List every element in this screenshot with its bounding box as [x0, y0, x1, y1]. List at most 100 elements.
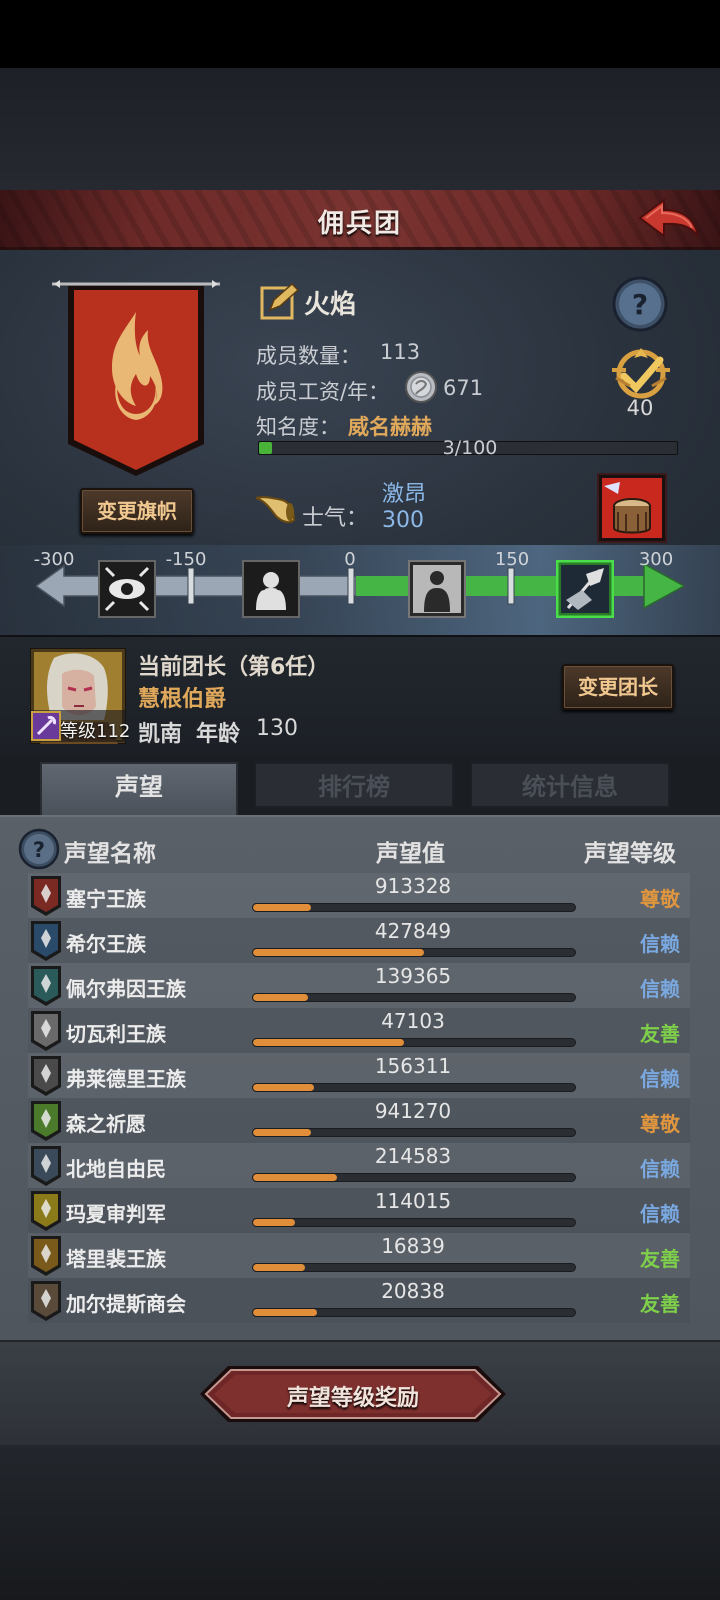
reputation-value: 139365 [374, 964, 452, 988]
fame-progress-text: 3/100 [442, 437, 498, 459]
reputation-level: 信赖 [640, 1067, 680, 1091]
morale-label: 士气： [302, 506, 369, 531]
back-arrow-icon[interactable] [636, 196, 702, 242]
reputation-bar [252, 993, 576, 1002]
leader-age-label: 年龄 [196, 722, 241, 747]
morale-tick-minus-300: -300 [33, 549, 75, 570]
reputation-level: 友善 [640, 1247, 680, 1271]
guild-name: 火焰 [304, 290, 357, 320]
reputation-bar [252, 1173, 576, 1182]
faction-emblem-icon [31, 1236, 61, 1276]
reputation-bar [252, 948, 576, 957]
leader-title: 当前团长（第6任） [138, 655, 330, 680]
reputation-bar [252, 1083, 576, 1092]
reputation-bar [252, 1218, 576, 1227]
members-label: 成员数量： [256, 344, 361, 368]
faction-name: 希尔王族 [66, 932, 146, 956]
morale-calm-icon [408, 560, 466, 618]
rank-value: 40 [626, 396, 654, 420]
help-icon[interactable]: ? [612, 276, 668, 332]
table-row[interactable]: 佩尔弗因王族 139365 信赖 [28, 963, 690, 1008]
faction-emblem-icon [31, 966, 61, 1006]
faction-emblem-icon [31, 1101, 61, 1141]
svg-text:?: ? [632, 288, 648, 321]
faction-emblem-icon [31, 1146, 61, 1186]
coin-icon [405, 371, 437, 403]
faction-name: 森之祈愿 [66, 1112, 146, 1136]
reputation-level: 尊敬 [640, 1112, 680, 1136]
reputation-level: 信赖 [640, 932, 680, 956]
table-row[interactable]: 弗莱德里王族 156311 信赖 [28, 1053, 690, 1098]
faction-emblem-icon [31, 1281, 61, 1321]
faction-name: 切瓦利王族 [66, 1022, 166, 1046]
faction-name: 玛夏审判军 [66, 1202, 166, 1226]
table-row[interactable]: 森之祈愿 941270 尊敬 [28, 1098, 690, 1143]
reputation-bar [252, 1128, 576, 1137]
reputation-value: 114015 [374, 1189, 452, 1213]
faction-name: 北地自由民 [66, 1157, 166, 1181]
help-icon[interactable]: ? [18, 828, 60, 870]
reputation-level: 信赖 [640, 1202, 680, 1226]
morale-state: 激昂 [382, 482, 427, 507]
reputation-reward-label: 声望等级奖励 [286, 1386, 419, 1411]
table-row[interactable]: 北地自由民 214583 信赖 [28, 1143, 690, 1188]
reputation-value: 427849 [374, 919, 452, 943]
reputation-level: 信赖 [640, 1157, 680, 1181]
wage-label: 成员工资/年： [256, 380, 390, 404]
faction-emblem-icon [31, 1191, 61, 1231]
leader-class: 凯南 [138, 722, 183, 747]
reputation-value: 156311 [374, 1054, 452, 1078]
table-row[interactable]: 希尔王族 427849 信赖 [28, 918, 690, 963]
change-flag-button[interactable]: 变更旗帜 [80, 488, 194, 534]
header-reputation-name: 声望名称 [64, 841, 156, 867]
table-row[interactable]: 切瓦利王族 47103 友善 [28, 1008, 690, 1053]
reputation-value: 47103 [381, 1009, 445, 1033]
change-leader-button[interactable]: 变更团长 [562, 664, 674, 710]
morale-despair-icon [98, 560, 156, 618]
morale-inspired-icon [556, 560, 614, 618]
reputation-level: 信赖 [640, 977, 680, 1001]
faction-name: 塞宁王族 [66, 887, 146, 911]
tab-leaderboard[interactable]: 排行榜 [254, 762, 454, 808]
reputation-value: 941270 [374, 1099, 452, 1123]
fame-label: 知名度： [256, 415, 340, 439]
faction-name: 弗莱德里王族 [66, 1067, 186, 1091]
table-row[interactable]: 玛夏审判军 114015 信赖 [28, 1188, 690, 1233]
faction-emblem-icon [31, 1056, 61, 1096]
wage-value: 671 [443, 376, 484, 400]
faction-name: 塔里裴王族 [66, 1247, 166, 1271]
table-row[interactable]: 加尔提斯商会 20838 友善 [28, 1278, 690, 1323]
leader-age: 130 [256, 716, 298, 741]
reputation-level: 友善 [640, 1292, 680, 1316]
members-value: 113 [380, 340, 421, 364]
morale-tick-150: 150 [494, 549, 530, 570]
morale-fear-icon [242, 560, 300, 618]
tab-reputation[interactable]: 声望 [40, 762, 238, 816]
reputation-value: 214583 [374, 1144, 452, 1168]
morale-tick-300: 300 [638, 549, 674, 570]
drum-icon[interactable] [596, 472, 668, 544]
top-backdrop [0, 68, 720, 190]
header-reputation-value: 声望值 [376, 841, 445, 867]
morale-tick-minus-150: -150 [165, 549, 207, 570]
reputation-value: 20838 [381, 1279, 445, 1303]
morale-tick-0: 0 [344, 549, 356, 570]
reputation-bar [252, 1263, 576, 1272]
faction-emblem-icon [31, 921, 61, 961]
header-reputation-level: 声望等级 [584, 841, 676, 867]
page-title: 佣兵团 [317, 209, 402, 239]
faction-emblem-icon [31, 1011, 61, 1051]
table-row[interactable]: 塞宁王族 913328 尊敬 [28, 873, 690, 918]
bottom-backdrop [0, 1445, 720, 1600]
reputation-bar [252, 903, 576, 912]
edit-icon[interactable] [260, 282, 300, 320]
guild-banner [52, 280, 220, 476]
reputation-level: 友善 [640, 1022, 680, 1046]
reputation-level: 尊敬 [640, 887, 680, 911]
table-row[interactable]: 塔里裴王族 16839 友善 [28, 1233, 690, 1278]
tab-statistics[interactable]: 统计信息 [470, 762, 670, 808]
reputation-value: 16839 [381, 1234, 445, 1258]
faction-name: 佩尔弗因王族 [66, 977, 186, 1001]
status-bar [0, 0, 720, 68]
faction-name: 加尔提斯商会 [66, 1292, 186, 1316]
